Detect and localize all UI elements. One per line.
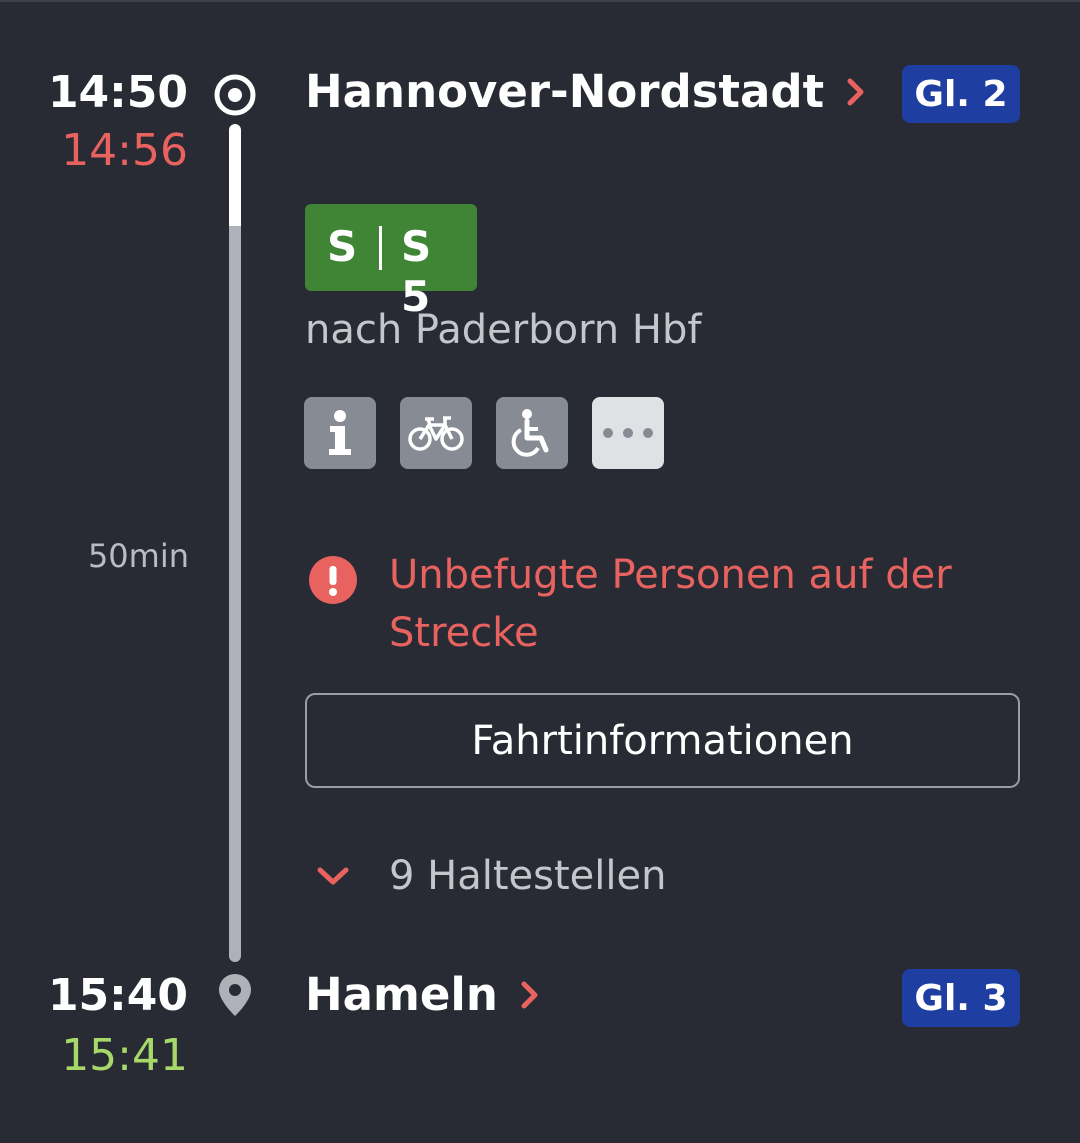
bicycle-attribute-button[interactable] [400, 397, 472, 469]
origin-station-link[interactable]: Hannover-Nordstadt [305, 65, 866, 119]
bicycle-icon [408, 416, 464, 451]
chevron-right-icon [521, 981, 538, 1009]
more-icon [603, 428, 653, 438]
product-label: S [327, 222, 358, 271]
progress-track-completed [229, 124, 241, 232]
destination-actual-time: 15:41 [61, 1030, 188, 1081]
origin-target-icon [214, 74, 256, 116]
train-direction: nach Paderborn Hbf [305, 307, 702, 353]
wheelchair-attribute-button[interactable] [496, 397, 568, 469]
warning-icon [309, 556, 357, 604]
origin-station-name: Hannover-Nordstadt [305, 65, 825, 118]
more-attributes-button[interactable] [592, 397, 664, 469]
origin-platform-badge: Gl. 2 [902, 65, 1020, 123]
line-badge[interactable]: S S 5 [305, 204, 477, 321]
wheelchair-icon [511, 409, 549, 457]
travel-duration: 50min [87, 537, 189, 575]
top-divider [0, 0, 1080, 2]
chevron-down-icon [317, 867, 349, 885]
disruption-message: Unbefugte Personen auf der Strecke [389, 552, 952, 656]
destination-station-link[interactable]: Hameln [305, 968, 540, 1022]
destination-station-name: Hameln [305, 968, 498, 1021]
destination-platform-badge: Gl. 3 [902, 969, 1020, 1027]
info-attribute-button[interactable] [304, 397, 376, 469]
trip-information-button[interactable]: Fahrtinformationen [305, 693, 1020, 788]
progress-track-remaining [229, 226, 241, 962]
intermediate-stops-toggle[interactable]: 9 Haltestellen [315, 848, 666, 904]
location-pin-icon [219, 974, 251, 1016]
info-icon [329, 410, 351, 455]
stops-count-label: 9 Haltestellen [389, 853, 667, 899]
badge-divider [379, 226, 382, 270]
destination-planned-time: 15:40 [47, 970, 188, 1021]
chevron-right-icon [847, 78, 864, 106]
origin-planned-time: 14:50 [47, 67, 188, 118]
origin-actual-time: 14:56 [61, 125, 188, 176]
